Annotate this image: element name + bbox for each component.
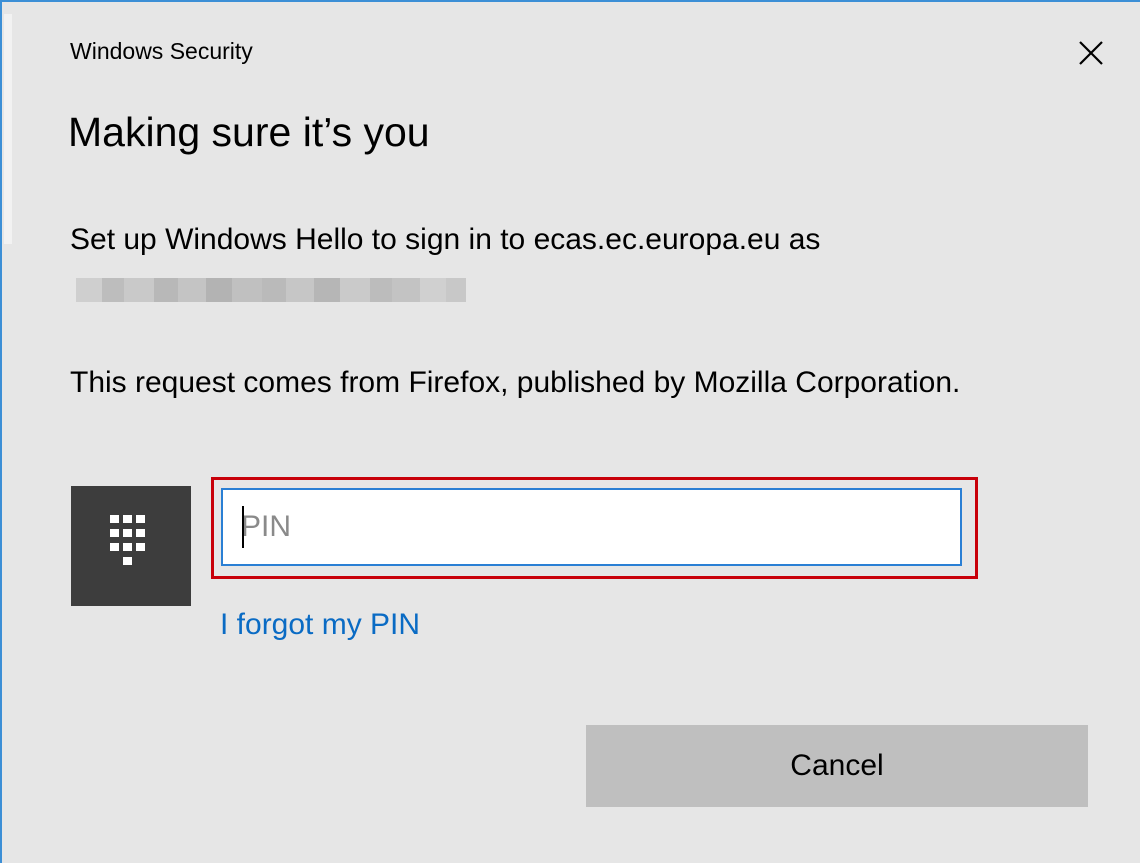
keypad-icon	[110, 515, 145, 565]
pin-keypad-tile	[71, 486, 191, 606]
dialog-heading: Making sure it’s you	[68, 109, 430, 155]
windows-security-dialog: Windows Security Making sure it’s you Se…	[0, 0, 1140, 863]
cancel-button[interactable]: Cancel	[586, 725, 1088, 807]
request-source-text: This request comes from Firefox, publish…	[70, 366, 961, 399]
close-icon	[1079, 41, 1103, 65]
forgot-pin-link[interactable]: I forgot my PIN	[220, 602, 420, 648]
pin-input[interactable]	[221, 488, 962, 566]
text-caret	[242, 506, 244, 548]
window-title: Windows Security	[70, 38, 253, 64]
background-window-edge	[4, 14, 12, 244]
close-button[interactable]	[1068, 30, 1114, 76]
redacted-account-email	[76, 278, 476, 302]
setup-message: Set up Windows Hello to sign in to ecas.…	[70, 223, 821, 256]
